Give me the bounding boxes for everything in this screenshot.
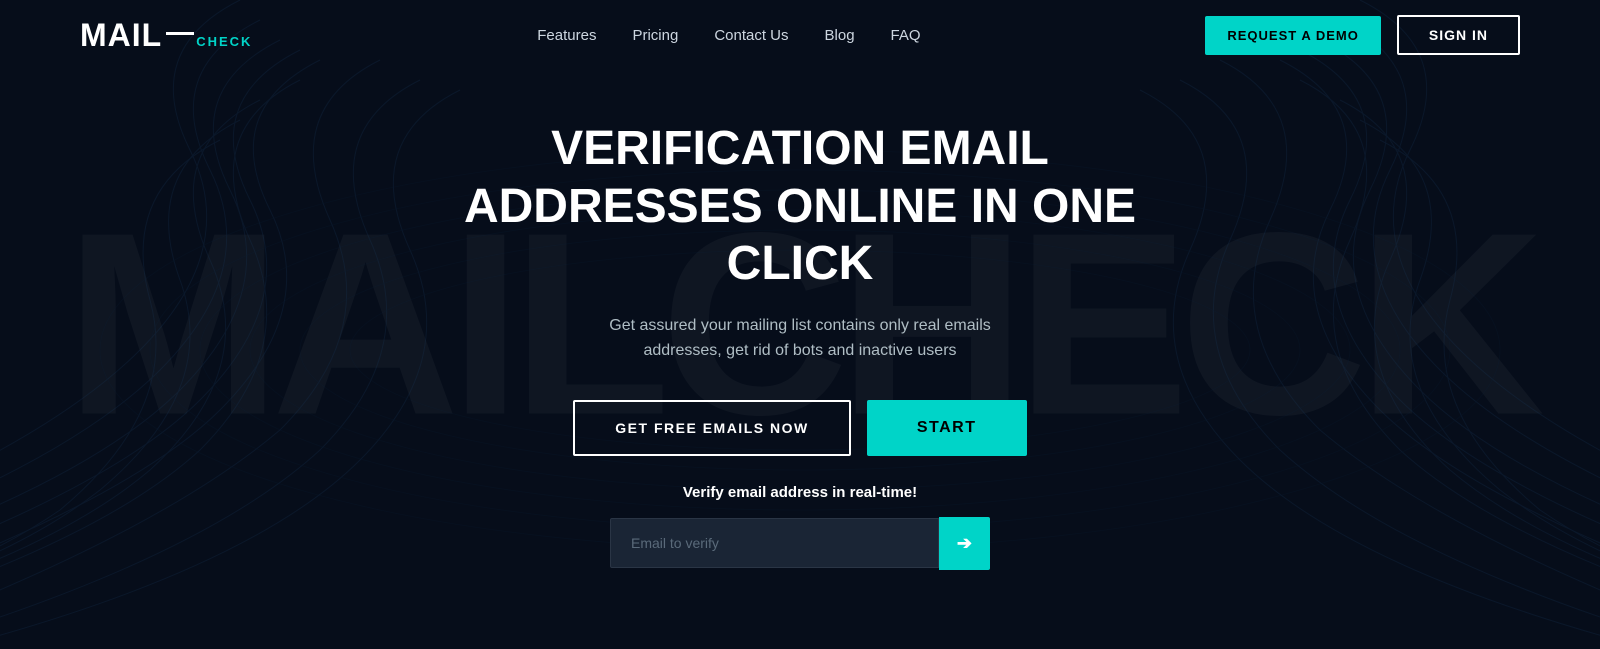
get-free-emails-button[interactable]: GET FREE EMAILS NOW bbox=[573, 400, 850, 456]
arrow-right-icon: ➔ bbox=[957, 533, 972, 554]
sign-in-button[interactable]: SIGN IN bbox=[1397, 15, 1520, 55]
hero-subtitle: Get assured your mailing list contains o… bbox=[590, 313, 1010, 364]
start-button[interactable]: START bbox=[867, 400, 1027, 456]
nav-link-pricing[interactable]: Pricing bbox=[632, 27, 678, 44]
nav-link-features[interactable]: Features bbox=[537, 27, 596, 44]
logo-line-decoration bbox=[166, 32, 194, 35]
hero-buttons: GET FREE EMAILS NOW START bbox=[573, 400, 1026, 456]
nav-link-contact[interactable]: Contact Us bbox=[714, 27, 788, 44]
nav-link-faq[interactable]: FAQ bbox=[891, 27, 921, 44]
logo-check-text: CHECK bbox=[196, 34, 252, 49]
navbar: MAIL CHECK Features Pricing Contact Us B… bbox=[0, 0, 1600, 70]
realtime-label: Verify email address in real-time! bbox=[683, 484, 917, 501]
hero-title: VERIFICATION EMAIL ADDRESSES ONLINE IN O… bbox=[450, 120, 1150, 293]
request-demo-button[interactable]: REQUEST A DEMO bbox=[1205, 16, 1381, 55]
email-verify-submit-button[interactable]: ➔ bbox=[939, 517, 990, 570]
nav-links: Features Pricing Contact Us Blog FAQ bbox=[537, 27, 920, 44]
logo-mail-text: MAIL bbox=[80, 17, 162, 54]
email-verify-row: ➔ bbox=[610, 517, 990, 570]
hero-section: VERIFICATION EMAIL ADDRESSES ONLINE IN O… bbox=[0, 70, 1600, 570]
email-verify-input[interactable] bbox=[610, 518, 939, 568]
logo: MAIL CHECK bbox=[80, 17, 252, 54]
nav-actions: REQUEST A DEMO SIGN IN bbox=[1205, 15, 1520, 55]
nav-link-blog[interactable]: Blog bbox=[825, 27, 855, 44]
